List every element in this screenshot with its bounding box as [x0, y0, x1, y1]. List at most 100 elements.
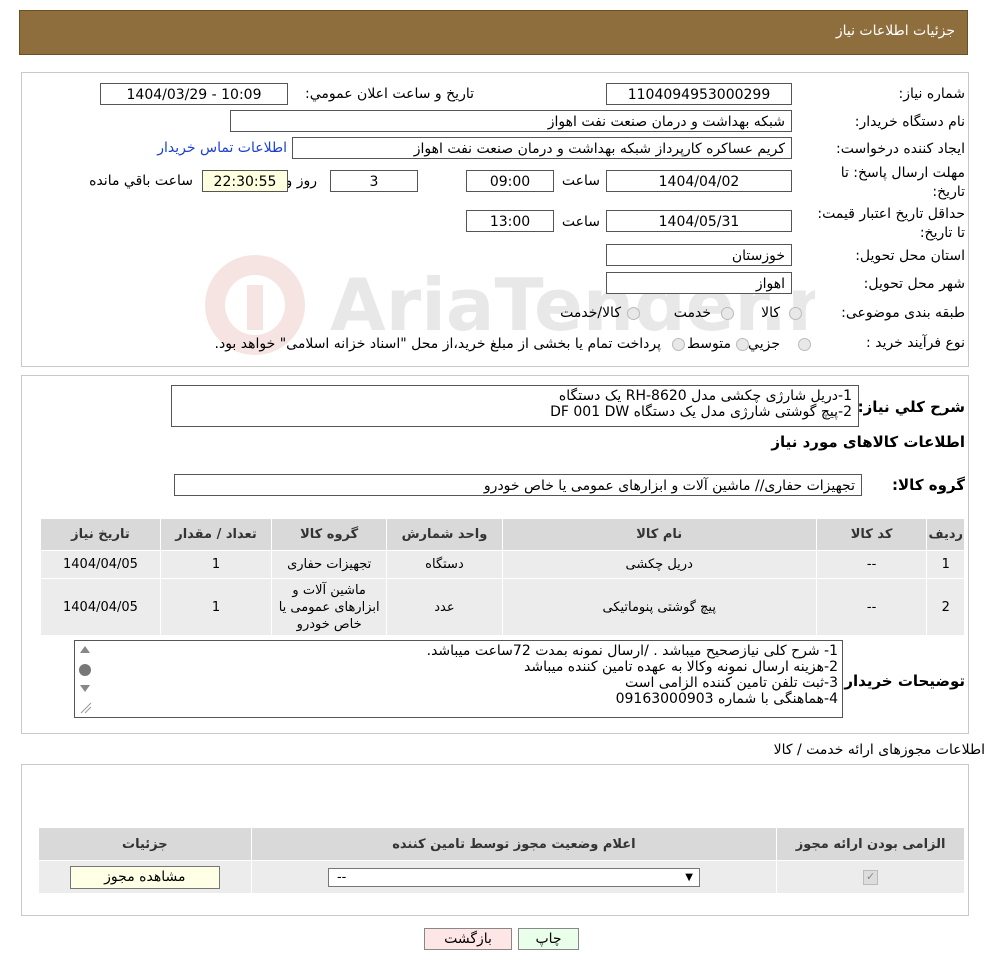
notes-scrollbar[interactable]: [77, 643, 93, 717]
licenses-title: اطلاعات مجوزهای ارائه خدمت / کالا: [773, 742, 985, 758]
row-index: 2: [926, 578, 965, 636]
chevron-down-icon: ▼: [685, 871, 693, 883]
col-code: کد کالا: [815, 518, 928, 551]
table-row: ✓ -- ▼ مشاهده مجوز: [38, 860, 965, 894]
row-group: ماشین آلات و ابزارهای عمومی یا خاص خودرو: [271, 578, 388, 636]
validity-time-field: 13:00: [466, 210, 554, 232]
announce-label: تاريخ و ساعت اعلان عمومي:: [305, 86, 474, 102]
buyer-org-label: نام دستگاه خريدار:: [854, 114, 965, 130]
process-option-medium: متوسط: [687, 336, 731, 352]
goods-section-title: اطلاعات کالاهای مورد نياز: [771, 433, 965, 451]
deadline-time-label: ساعت: [561, 173, 600, 189]
goods-table: رديف کد کالا نام کالا واحد شمارش گروه کا…: [40, 518, 965, 636]
process-radio-medium[interactable]: [736, 338, 749, 351]
process-radio-minor[interactable]: [798, 338, 811, 351]
buyer-org-field: شبکه بهداشت و درمان صنعت نفت اهواز: [230, 110, 792, 132]
row-qty: 1: [159, 578, 273, 636]
page-header: جزئیات اطلاعات نیاز: [19, 10, 968, 55]
goods-group-label: گروه کالا:: [892, 476, 965, 494]
row-qty: 1: [159, 550, 273, 579]
category-radio-goods[interactable]: [789, 307, 802, 320]
announce-field: 1404/03/29 - 10:09: [100, 83, 288, 105]
col-name: نام کالا: [501, 518, 817, 551]
days-field: 3: [330, 170, 418, 192]
row-date: 1404/04/05: [40, 578, 161, 636]
buyer-note-line: 4-هماهنگی با شماره 09163000903: [615, 691, 838, 707]
license-status-select[interactable]: -- ▼: [327, 867, 700, 887]
process-label: نوع فرآيند خريد :: [866, 335, 965, 351]
row-code: --: [815, 578, 928, 636]
licenses-table-header: الزامی بودن ارائه مجوز اعلام وضعیت مجوز …: [38, 827, 965, 861]
category-option-goods-service: کالا/خدمت: [560, 305, 621, 321]
description-label: شرح کلي نياز:: [857, 398, 965, 416]
need-number-label: شماره نیاز:: [898, 86, 966, 102]
scroll-down-icon[interactable]: [80, 685, 90, 692]
city-label: شهر محل تحويل:: [863, 276, 965, 292]
process-option-minor: جزيي: [748, 336, 780, 352]
province-label: استان محل تحويل:: [855, 248, 965, 264]
description-textarea[interactable]: 1-دریل شارژی چکشی مدل RH-8620 یک دستگاه …: [171, 385, 859, 427]
col-license-details: جزئیات: [38, 827, 252, 861]
remaining-time-label: ساعت باقي مانده: [89, 173, 193, 189]
process-note: پرداخت تمام يا بخشی از مبلغ خريد،از محل …: [214, 336, 661, 352]
row-code: --: [815, 550, 928, 579]
table-row: 2 -- پیچ گوشتی پنوماتیکی عدد ماشین آلات …: [40, 578, 965, 636]
buyer-note-line: 2-هزینه ارسال نمونه وکالا به عهده تامین …: [524, 659, 838, 675]
category-option-goods: کالا: [761, 305, 780, 321]
resize-grip-icon[interactable]: [80, 702, 92, 714]
col-license-required: الزامی بودن ارائه مجوز: [776, 827, 965, 861]
col-unit: واحد شمارش: [386, 518, 503, 551]
validity-time-label: ساعت: [561, 214, 600, 230]
validity-date-field: 1404/05/31: [606, 210, 792, 232]
category-option-service: خدمت: [673, 305, 711, 321]
buyer-note-line: 3-ثبت تلفن تامین کننده الزامی است: [624, 675, 838, 691]
col-qty: تعداد / مقدار: [159, 518, 273, 551]
scroll-up-icon[interactable]: [80, 646, 90, 653]
licenses-table: الزامی بودن ارائه مجوز اعلام وضعیت مجوز …: [38, 827, 965, 894]
license-details-cell: مشاهده مجوز: [38, 860, 252, 894]
description-line-2: 2-پیچ گوشتی شارژی مدل یک دستگاه DF 001 D…: [550, 404, 852, 420]
goods-group-field: تجهیزات حفاری// ماشین آلات و ابزارهای عم…: [174, 474, 862, 496]
row-date: 1404/04/05: [40, 550, 161, 579]
row-index: 1: [926, 550, 965, 579]
category-radio-goods-service[interactable]: [627, 307, 640, 320]
back-button[interactable]: بازگشت: [424, 928, 512, 950]
col-license-status: اعلام وضعیت مجوز توسط تامین کننده: [250, 827, 778, 861]
row-name: دریل چکشی: [501, 550, 817, 579]
description-line-1: 1-دریل شارژی چکشی مدل RH-8620 یک دستگاه: [558, 388, 852, 404]
deadline-label: مهلت ارسال پاسخ: تا تاريخ:: [840, 165, 965, 200]
page-title: جزئیات اطلاعات نیاز: [835, 23, 955, 39]
days-label: روز و: [285, 173, 318, 189]
validity-label: حداقل تاريخ اعتبار قيمت: تا تاريخ:: [817, 206, 965, 241]
buyer-contact-link[interactable]: اطلاعات تماس خريدار: [157, 140, 287, 156]
need-number-field: 1104094953000299: [606, 83, 792, 105]
license-required-cell: ✓: [776, 860, 965, 894]
table-row: 1 -- دریل چکشی دستگاه تجهیزات حفاری 1 14…: [40, 550, 965, 579]
creator-label: ايجاد کننده درخواست:: [836, 141, 965, 157]
view-license-button[interactable]: مشاهده مجوز: [69, 865, 220, 889]
deadline-date-field: 1404/04/02: [606, 170, 792, 192]
creator-field: کریم عساکره کارپرداز شبکه بهداشت و درمان…: [292, 137, 792, 159]
deadline-time-field: 09:00: [466, 170, 554, 192]
buyer-note-line: 1- شرح کلی نیازصحیح میباشد . /ارسال نمون…: [426, 643, 838, 659]
col-date: تاريخ نياز: [40, 518, 161, 551]
row-unit: دستگاه: [386, 550, 503, 579]
row-unit: عدد: [386, 578, 503, 636]
remaining-time-field: 22:30:55: [202, 170, 288, 192]
scroll-thumb[interactable]: [79, 664, 91, 676]
license-status-cell: -- ▼: [250, 860, 778, 894]
print-button[interactable]: چاپ: [518, 928, 579, 950]
category-radio-service[interactable]: [721, 307, 734, 320]
col-group: گروه کالا: [271, 518, 388, 551]
row-name: پیچ گوشتی پنوماتیکی: [501, 578, 817, 636]
goods-table-header: رديف کد کالا نام کالا واحد شمارش گروه کا…: [40, 518, 965, 551]
row-group: تجهیزات حفاری: [271, 550, 388, 579]
process-radio-treasury[interactable]: [672, 338, 685, 351]
license-required-checkbox[interactable]: ✓: [863, 869, 879, 885]
buyer-notes-textarea[interactable]: 1- شرح کلی نیازصحیح میباشد . /ارسال نمون…: [74, 640, 843, 718]
col-row: رديف: [926, 518, 965, 551]
city-field: اهواز: [606, 272, 792, 294]
province-field: خوزستان: [606, 244, 792, 266]
category-label: طبقه بندی موضوعی:: [841, 305, 965, 321]
license-status-value: --: [336, 869, 347, 885]
